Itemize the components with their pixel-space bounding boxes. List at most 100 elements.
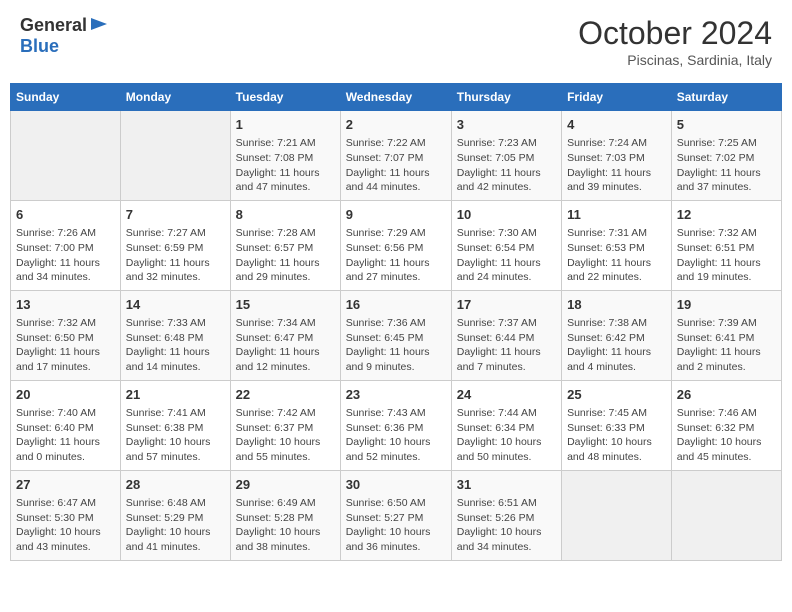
day-info: Sunrise: 7:26 AM Sunset: 7:00 PM Dayligh…: [16, 226, 115, 285]
weekday-header-monday: Monday: [120, 84, 230, 111]
day-info: Sunrise: 7:41 AM Sunset: 6:38 PM Dayligh…: [126, 406, 225, 465]
calendar-cell: 9 Sunrise: 7:29 AM Sunset: 6:56 PM Daylig…: [340, 200, 451, 290]
day-number: 10: [457, 206, 556, 224]
day-number: 26: [677, 386, 776, 404]
day-number: 3: [457, 116, 556, 134]
weekday-header-friday: Friday: [562, 84, 672, 111]
day-number: 1: [236, 116, 335, 134]
day-info: Sunrise: 7:30 AM Sunset: 6:54 PM Dayligh…: [457, 226, 556, 285]
calendar-cell: 17 Sunrise: 7:37 AM Sunset: 6:44 PM Dayli…: [451, 290, 561, 380]
calendar-week-row: 13 Sunrise: 7:32 AM Sunset: 6:50 PM Dayli…: [11, 290, 782, 380]
day-number: 28: [126, 476, 225, 494]
day-info: Sunrise: 7:38 AM Sunset: 6:42 PM Dayligh…: [567, 316, 666, 375]
calendar-cell: 4 Sunrise: 7:24 AM Sunset: 7:03 PM Daylig…: [562, 111, 672, 201]
calendar-cell: 14 Sunrise: 7:33 AM Sunset: 6:48 PM Dayli…: [120, 290, 230, 380]
day-info: Sunrise: 6:51 AM Sunset: 5:26 PM Dayligh…: [457, 496, 556, 555]
weekday-header-row: SundayMondayTuesdayWednesdayThursdayFrid…: [11, 84, 782, 111]
calendar-cell: 11Sunrise: 7:31 AM Sunset: 6:53 PM Dayli…: [562, 200, 672, 290]
day-number: 24: [457, 386, 556, 404]
day-info: Sunrise: 7:36 AM Sunset: 6:45 PM Dayligh…: [346, 316, 446, 375]
weekday-header-saturday: Saturday: [671, 84, 781, 111]
weekday-header-thursday: Thursday: [451, 84, 561, 111]
day-info: Sunrise: 7:21 AM Sunset: 7:08 PM Dayligh…: [236, 136, 335, 195]
calendar-cell: 16 Sunrise: 7:36 AM Sunset: 6:45 PM Dayli…: [340, 290, 451, 380]
calendar-table: SundayMondayTuesdayWednesdayThursdayFrid…: [10, 83, 782, 561]
calendar-cell: [671, 470, 781, 560]
day-number: 7: [126, 206, 225, 224]
calendar-cell: 21 Sunrise: 7:41 AM Sunset: 6:38 PM Dayli…: [120, 380, 230, 470]
day-number: 4: [567, 116, 666, 134]
day-info: Sunrise: 6:50 AM Sunset: 5:27 PM Dayligh…: [346, 496, 446, 555]
day-number: 30: [346, 476, 446, 494]
calendar-cell: 18 Sunrise: 7:38 AM Sunset: 6:42 PM Dayli…: [562, 290, 672, 380]
day-number: 5: [677, 116, 776, 134]
day-number: 9: [346, 206, 446, 224]
calendar-cell: 10 Sunrise: 7:30 AM Sunset: 6:54 PM Dayli…: [451, 200, 561, 290]
day-info: Sunrise: 7:22 AM Sunset: 7:07 PM Dayligh…: [346, 136, 446, 195]
calendar-cell: 8Sunrise: 7:28 AM Sunset: 6:57 PM Daylig…: [230, 200, 340, 290]
day-number: 21: [126, 386, 225, 404]
calendar-cell: 29 Sunrise: 6:49 AM Sunset: 5:28 PM Dayli…: [230, 470, 340, 560]
day-info: Sunrise: 7:44 AM Sunset: 6:34 PM Dayligh…: [457, 406, 556, 465]
day-number: 15: [236, 296, 335, 314]
day-info: Sunrise: 7:40 AM Sunset: 6:40 PM Dayligh…: [16, 406, 115, 465]
day-number: 13: [16, 296, 115, 314]
day-info: Sunrise: 6:49 AM Sunset: 5:28 PM Dayligh…: [236, 496, 335, 555]
logo: General Blue: [20, 15, 109, 57]
day-info: Sunrise: 7:45 AM Sunset: 6:33 PM Dayligh…: [567, 406, 666, 465]
calendar-cell: 5Sunrise: 7:25 AM Sunset: 7:02 PM Daylig…: [671, 111, 781, 201]
day-info: Sunrise: 7:33 AM Sunset: 6:48 PM Dayligh…: [126, 316, 225, 375]
day-number: 8: [236, 206, 335, 224]
calendar-cell: 6 Sunrise: 7:26 AM Sunset: 7:00 PM Daylig…: [11, 200, 121, 290]
calendar-cell: 12 Sunrise: 7:32 AM Sunset: 6:51 PM Dayli…: [671, 200, 781, 290]
day-number: 14: [126, 296, 225, 314]
calendar-cell: 27Sunrise: 6:47 AM Sunset: 5:30 PM Dayli…: [11, 470, 121, 560]
day-info: Sunrise: 7:34 AM Sunset: 6:47 PM Dayligh…: [236, 316, 335, 375]
day-number: 22: [236, 386, 335, 404]
calendar-cell: 19Sunrise: 7:39 AM Sunset: 6:41 PM Dayli…: [671, 290, 781, 380]
day-info: Sunrise: 7:31 AM Sunset: 6:53 PM Dayligh…: [567, 226, 666, 285]
day-number: 25: [567, 386, 666, 404]
calendar-cell: 15 Sunrise: 7:34 AM Sunset: 6:47 PM Dayli…: [230, 290, 340, 380]
month-title: October 2024: [578, 15, 772, 52]
logo-blue-text: Blue: [20, 36, 59, 57]
calendar-cell: 7Sunrise: 7:27 AM Sunset: 6:59 PM Daylig…: [120, 200, 230, 290]
day-number: 19: [677, 296, 776, 314]
day-number: 27: [16, 476, 115, 494]
calendar-cell: 23 Sunrise: 7:43 AM Sunset: 6:36 PM Dayli…: [340, 380, 451, 470]
day-number: 31: [457, 476, 556, 494]
day-number: 18: [567, 296, 666, 314]
day-info: Sunrise: 7:29 AM Sunset: 6:56 PM Dayligh…: [346, 226, 446, 285]
calendar-cell: 22Sunrise: 7:42 AM Sunset: 6:37 PM Dayli…: [230, 380, 340, 470]
calendar-cell: [11, 111, 121, 201]
location-subtitle: Piscinas, Sardinia, Italy: [578, 52, 772, 68]
weekday-header-tuesday: Tuesday: [230, 84, 340, 111]
day-info: Sunrise: 7:24 AM Sunset: 7:03 PM Dayligh…: [567, 136, 666, 195]
weekday-header-wednesday: Wednesday: [340, 84, 451, 111]
day-info: Sunrise: 7:32 AM Sunset: 6:50 PM Dayligh…: [16, 316, 115, 375]
day-info: Sunrise: 7:43 AM Sunset: 6:36 PM Dayligh…: [346, 406, 446, 465]
day-number: 12: [677, 206, 776, 224]
calendar-week-row: 1 Sunrise: 7:21 AM Sunset: 7:08 PM Daylig…: [11, 111, 782, 201]
day-info: Sunrise: 7:37 AM Sunset: 6:44 PM Dayligh…: [457, 316, 556, 375]
day-info: Sunrise: 7:46 AM Sunset: 6:32 PM Dayligh…: [677, 406, 776, 465]
day-number: 6: [16, 206, 115, 224]
calendar-week-row: 20Sunrise: 7:40 AM Sunset: 6:40 PM Dayli…: [11, 380, 782, 470]
logo-flag-icon: [89, 16, 109, 36]
day-number: 29: [236, 476, 335, 494]
page-header: General Blue October 2024 Piscinas, Sard…: [10, 10, 782, 73]
day-info: Sunrise: 7:32 AM Sunset: 6:51 PM Dayligh…: [677, 226, 776, 285]
weekday-header-sunday: Sunday: [11, 84, 121, 111]
calendar-cell: 20Sunrise: 7:40 AM Sunset: 6:40 PM Dayli…: [11, 380, 121, 470]
day-number: 23: [346, 386, 446, 404]
calendar-cell: 30 Sunrise: 6:50 AM Sunset: 5:27 PM Dayli…: [340, 470, 451, 560]
logo-general-text: General: [20, 15, 87, 36]
day-number: 16: [346, 296, 446, 314]
calendar-week-row: 27Sunrise: 6:47 AM Sunset: 5:30 PM Dayli…: [11, 470, 782, 560]
calendar-cell: 28Sunrise: 6:48 AM Sunset: 5:29 PM Dayli…: [120, 470, 230, 560]
day-number: 17: [457, 296, 556, 314]
title-block: October 2024 Piscinas, Sardinia, Italy: [578, 15, 772, 68]
calendar-cell: 3 Sunrise: 7:23 AM Sunset: 7:05 PM Daylig…: [451, 111, 561, 201]
calendar-cell: 2Sunrise: 7:22 AM Sunset: 7:07 PM Daylig…: [340, 111, 451, 201]
day-info: Sunrise: 7:23 AM Sunset: 7:05 PM Dayligh…: [457, 136, 556, 195]
